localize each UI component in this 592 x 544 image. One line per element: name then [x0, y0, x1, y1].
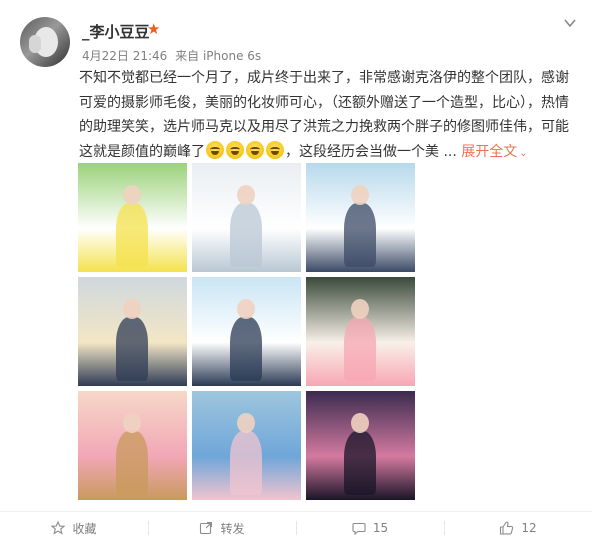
photo-figure-head [237, 299, 255, 319]
photo-1[interactable] [78, 163, 187, 272]
favorite-button[interactable]: 收藏 [0, 512, 148, 544]
photo-4[interactable] [78, 277, 187, 386]
expand-label[interactable]: 展开全文 [461, 144, 517, 160]
weibo-post-card: _李小豆豆 ★ 4月22日 21:46 来自 iPhone 6s 不知不觉都已经… [0, 0, 592, 544]
photo-figure [344, 431, 376, 495]
photo-figure [116, 203, 148, 267]
photo-figure-head [123, 185, 141, 205]
photo-figure-head [351, 413, 369, 433]
avatar[interactable] [20, 17, 70, 67]
photo-figure-head [351, 185, 369, 205]
photo-figure-head [351, 299, 369, 319]
photo-5[interactable] [192, 277, 301, 386]
photo-figure [230, 203, 262, 267]
like-button[interactable]: 12 [444, 512, 592, 544]
photo-figure-head [123, 299, 141, 319]
photo-figure-head [123, 413, 141, 433]
action-bar: 收藏 转发 15 12 [0, 512, 592, 544]
laugh-tears-icon [266, 140, 284, 159]
photo-6[interactable] [306, 277, 415, 386]
repost-button[interactable]: 转发 [148, 512, 296, 544]
avatar-hand [29, 35, 41, 53]
laugh-tears-icon [226, 140, 244, 159]
post-source: 来自 iPhone 6s [175, 49, 262, 63]
photo-figure [344, 203, 376, 267]
photo-figure [230, 431, 262, 495]
comment-icon [352, 522, 366, 535]
post-text: 不知不觉都已经一个月了，成片终于出来了，非常感谢克洛伊的整个团队，感谢可爱的摄影… [79, 66, 579, 166]
laugh-tears-icon [246, 140, 264, 159]
vip-badge-icon[interactable]: ★ [147, 22, 160, 37]
thumbs-up-icon [500, 521, 514, 535]
emoji-group [205, 140, 285, 160]
post-meta: 4月22日 21:46 来自 iPhone 6s [82, 47, 261, 64]
expand-link[interactable]: 展开全文 ⌄ [461, 144, 527, 160]
photo-figure [344, 317, 376, 381]
photo-3[interactable] [306, 163, 415, 272]
photo-figure-head [237, 185, 255, 205]
photo-7[interactable] [78, 391, 187, 500]
post-time[interactable]: 4月22日 21:46 [82, 49, 167, 63]
star-outline-icon [51, 521, 66, 535]
photo-figure [116, 431, 148, 495]
photo-8[interactable] [192, 391, 301, 500]
post-body-tail: ，这段经历会当做一个美 ... [285, 143, 457, 160]
chevron-down-icon: ⌄ [519, 147, 528, 159]
photo-9[interactable] [306, 391, 415, 500]
laugh-tears-icon [206, 140, 224, 159]
comment-count: 15 [372, 521, 389, 535]
favorite-label: 收藏 [72, 521, 97, 536]
chevron-down-icon[interactable] [563, 16, 577, 30]
comment-button[interactable]: 15 [296, 512, 444, 544]
like-count: 12 [521, 521, 537, 535]
photo-figure [230, 317, 262, 381]
repost-label: 转发 [220, 521, 245, 536]
photo-figure [116, 317, 148, 381]
photo-figure-head [237, 413, 255, 433]
photo-2[interactable] [192, 163, 301, 272]
repost-icon [200, 521, 213, 535]
username[interactable]: _李小豆豆 [82, 21, 150, 42]
